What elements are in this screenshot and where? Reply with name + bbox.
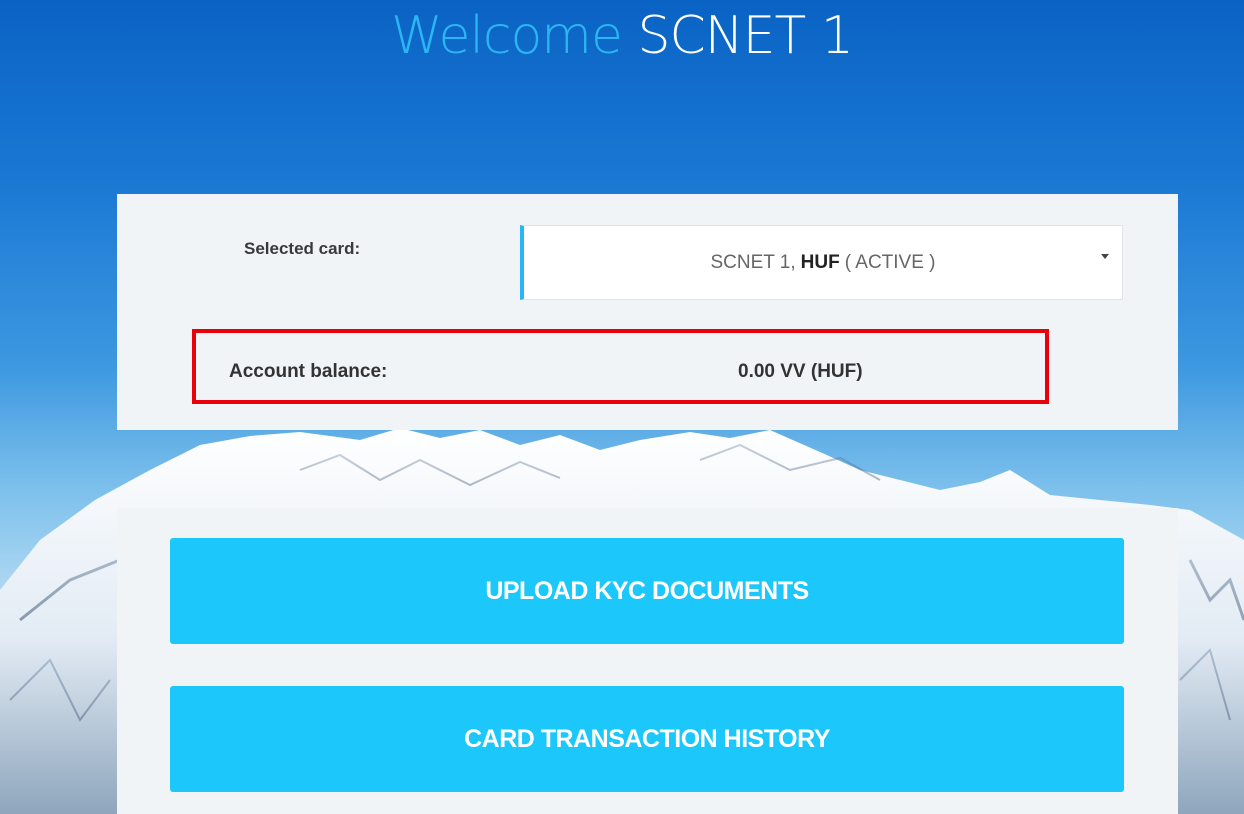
account-balance-label: Account balance: <box>229 361 388 382</box>
card-currency: HUF <box>800 251 840 273</box>
card-transaction-history-button[interactable]: CARD TRANSACTION HISTORY <box>170 686 1124 792</box>
upload-kyc-documents-button[interactable]: UPLOAD KYC DOCUMENTS <box>170 538 1124 644</box>
caret-down-icon <box>1101 254 1109 259</box>
welcome-heading: Welcome SCNET 1 <box>0 6 1244 66</box>
username: SCNET 1 <box>637 6 853 66</box>
card-info-panel: Selected card: SCNET 1, HUF ( ACTIVE ) A… <box>117 194 1178 430</box>
selected-card-label: Selected card: <box>244 239 361 258</box>
account-balance-value: 0.00 VV (HUF) <box>738 361 863 382</box>
welcome-word: Welcome <box>391 6 623 66</box>
card-status: ( ACTIVE ) <box>844 251 936 273</box>
card-name: SCNET 1, <box>710 251 796 273</box>
account-balance-highlight: Account balance: 0.00 VV (HUF) <box>192 329 1049 404</box>
card-select-dropdown[interactable]: SCNET 1, HUF ( ACTIVE ) <box>520 225 1123 300</box>
actions-panel: UPLOAD KYC DOCUMENTS CARD TRANSACTION HI… <box>117 508 1178 814</box>
